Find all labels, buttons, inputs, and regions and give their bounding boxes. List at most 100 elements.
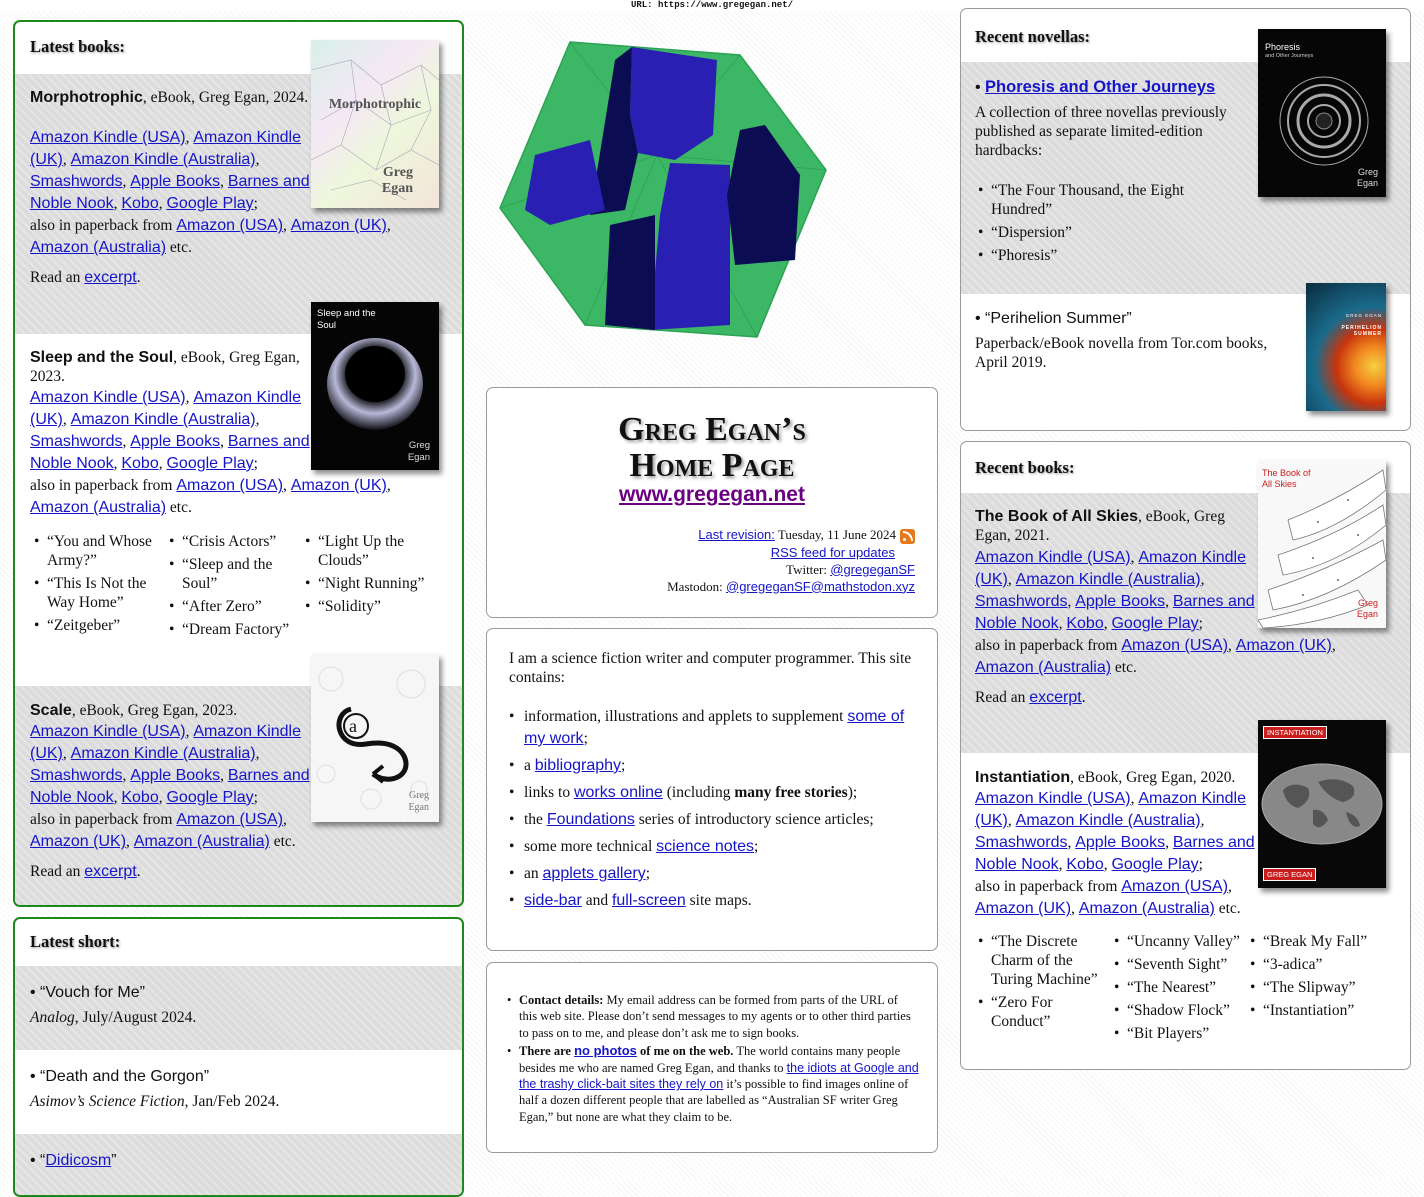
morphotrophic-cover[interactable]: Morphotrophic Greg Egan (311, 40, 439, 208)
etc-text: etc. (273, 833, 296, 850)
smashwords-link[interactable]: Smashwords (30, 173, 122, 190)
recent-novellas-heading: Recent novellas: (975, 27, 1091, 46)
contents-panel: I am a science fiction writer and comput… (486, 628, 938, 951)
side-bar-link[interactable]: side-bar (524, 892, 582, 909)
book-of-all-skies-excerpt-line: Read an excerpt. (975, 689, 1086, 706)
didicosm-link[interactable]: Didicosm (45, 1152, 111, 1169)
venue: Asimov’s Science Fiction (30, 1093, 185, 1110)
paperback-amazon-uk-link[interactable]: Amazon (UK) (1236, 637, 1332, 654)
revision-info: Last revision: Tuesday, 11 June 2024 RSS… (667, 526, 915, 595)
paperback-amazon-usa-link[interactable]: Amazon (USA) (176, 217, 283, 234)
excerpt-link[interactable]: excerpt (1029, 689, 1081, 706)
etc-text: etc. (1218, 900, 1241, 917)
perihelion-summer-cover[interactable]: GREG EGAN PERIHELION SUMMER (1306, 283, 1386, 411)
excerpt-link[interactable]: excerpt (84, 863, 136, 880)
paperback-amazon-usa-link[interactable]: Amazon (USA) (176, 477, 283, 494)
amazon-kindle-australia-link[interactable]: Amazon Kindle (Australia) (71, 151, 256, 168)
paperback-amazon-uk-link[interactable]: Amazon (UK) (291, 217, 387, 234)
amazon-kindle-usa-link[interactable]: Amazon Kindle (USA) (30, 389, 186, 406)
smashwords-link[interactable]: Smashwords (975, 593, 1067, 610)
book-of-all-skies-cover[interactable]: The Book of All Skies Greg Egan (1258, 460, 1386, 628)
google-play-link[interactable]: Google Play (1111, 615, 1198, 632)
paperback-amazon-usa-link[interactable]: Amazon (USA) (176, 811, 283, 828)
mastodon-line: Mastodon: @gregeganSF@mathstodon.xyz (667, 578, 915, 595)
amazon-kindle-usa-link[interactable]: Amazon Kindle (USA) (975, 549, 1131, 566)
story-item: “After Zero” (167, 598, 297, 617)
amazon-kindle-australia-link[interactable]: Amazon Kindle (Australia) (1016, 812, 1201, 829)
apple-books-link[interactable]: Apple Books (130, 767, 220, 784)
paperback-prefix: also in paperback from (30, 811, 173, 828)
paperback-amazon-usa-link[interactable]: Amazon (USA) (1121, 637, 1228, 654)
works-online-link[interactable]: works online (574, 784, 663, 801)
full-screen-link[interactable]: full-screen (612, 892, 686, 909)
kobo-link[interactable]: Kobo (121, 789, 158, 806)
site-logo-polytope[interactable] (495, 35, 835, 345)
science-notes-link[interactable]: science notes (656, 838, 754, 855)
story-list: “Uncanny Valley” “Seventh Sight” “The Ne… (1112, 933, 1247, 1048)
contents-item: • the Foundations series of introductory… (509, 809, 924, 831)
kobo-link[interactable]: Kobo (121, 195, 158, 212)
amazon-kindle-usa-link[interactable]: Amazon Kindle (USA) (30, 723, 186, 740)
smashwords-link[interactable]: Smashwords (30, 767, 122, 784)
bibliography-link[interactable]: bibliography (535, 757, 621, 774)
latest-books-heading: Latest books: (30, 37, 125, 56)
paperback-amazon-australia-link[interactable]: Amazon (Australia) (975, 659, 1111, 676)
paperback-amazon-usa-link[interactable]: Amazon (USA) (1121, 878, 1228, 895)
kobo-link[interactable]: Kobo (1066, 856, 1103, 873)
no-photos-link[interactable]: no photos (574, 1043, 637, 1058)
apple-books-link[interactable]: Apple Books (1075, 834, 1165, 851)
twitter-link[interactable]: @gregeganSF (830, 562, 915, 577)
paperback-amazon-australia-link[interactable]: Amazon (Australia) (30, 499, 166, 516)
paperback-amazon-australia-link[interactable]: Amazon (Australia) (30, 239, 166, 256)
book-title: The Book of All Skies (975, 508, 1138, 525)
apple-books-link[interactable]: Apple Books (1075, 593, 1165, 610)
smashwords-link[interactable]: Smashwords (975, 834, 1067, 851)
paperback-amazon-uk-link[interactable]: Amazon (UK) (975, 900, 1071, 917)
book-of-all-skies-paperback: also in paperback from Amazon (USA), Ama… (975, 637, 1336, 676)
foundations-link[interactable]: Foundations (547, 811, 635, 828)
scale-paperback: also in paperback from Amazon (USA), Ama… (30, 811, 296, 850)
rss-feed-link[interactable]: RSS feed for updates (771, 545, 895, 560)
instantiation-cover[interactable]: INSTANTIATION GREG EGAN (1258, 720, 1386, 888)
apple-books-link[interactable]: Apple Books (130, 173, 220, 190)
cover-author: Egan (1356, 178, 1378, 188)
google-play-link[interactable]: Google Play (166, 455, 253, 472)
twitter-line: Twitter: @gregeganSF (667, 561, 915, 578)
paperback-amazon-uk-link[interactable]: Amazon (UK) (291, 477, 387, 494)
item-text: ); (847, 784, 858, 801)
rss-icon[interactable] (900, 528, 915, 544)
amazon-kindle-usa-link[interactable]: Amazon Kindle (USA) (975, 790, 1131, 807)
story-list: “You and Whose Army?” “This Is Not the W… (32, 533, 162, 640)
smashwords-link[interactable]: Smashwords (30, 433, 122, 450)
apple-books-link[interactable]: Apple Books (130, 433, 220, 450)
amazon-kindle-australia-link[interactable]: Amazon Kindle (Australia) (71, 411, 256, 428)
read-prefix: Read an (975, 689, 1026, 706)
story-list: “Crisis Actors” “Sleep and the Soul” “Af… (167, 533, 297, 644)
recent-books-panel: Recent books: The Book of All Skies Greg… (960, 441, 1411, 1070)
excerpt-link[interactable]: excerpt (84, 269, 136, 286)
sleep-and-the-soul-cover[interactable]: Sleep and the Soul Greg Egan (311, 302, 439, 470)
book-of-all-skies-entry: The Book of All Skies, eBook, Greg Egan,… (975, 507, 1245, 546)
amazon-kindle-usa-link[interactable]: Amazon Kindle (USA) (30, 129, 186, 146)
applets-gallery-link[interactable]: applets gallery (543, 865, 646, 882)
last-revision-link[interactable]: Last revision: (698, 527, 775, 542)
mastodon-link[interactable]: @gregeganSF@mathstodon.xyz (726, 579, 915, 594)
scale-cover[interactable]: a Greg Egan (311, 654, 439, 822)
paperback-amazon-australia-link[interactable]: Amazon (Australia) (134, 833, 270, 850)
phoresis-cover[interactable]: Phoresis and Other Journeys Greg Egan (1258, 29, 1386, 197)
amazon-kindle-australia-link[interactable]: Amazon Kindle (Australia) (1016, 571, 1201, 588)
story-item: “You and Whose Army?” (32, 533, 162, 571)
paperback-amazon-australia-link[interactable]: Amazon (Australia) (1079, 900, 1215, 917)
cover-author: Egan (1356, 609, 1378, 619)
domain-link[interactable]: www.gregegan.net (619, 483, 805, 506)
google-play-link[interactable]: Google Play (166, 789, 253, 806)
phoresis-link[interactable]: Phoresis and Other Journeys (985, 78, 1215, 96)
kobo-link[interactable]: Kobo (1066, 615, 1103, 632)
google-play-link[interactable]: Google Play (166, 195, 253, 212)
google-play-link[interactable]: Google Play (1111, 856, 1198, 873)
sleep-and-the-soul-paperback: also in paperback from Amazon (USA), Ama… (30, 477, 391, 516)
read-prefix: Read an (30, 863, 81, 880)
kobo-link[interactable]: Kobo (121, 455, 158, 472)
amazon-kindle-australia-link[interactable]: Amazon Kindle (Australia) (71, 745, 256, 762)
paperback-amazon-uk-link[interactable]: Amazon (UK) (30, 833, 126, 850)
